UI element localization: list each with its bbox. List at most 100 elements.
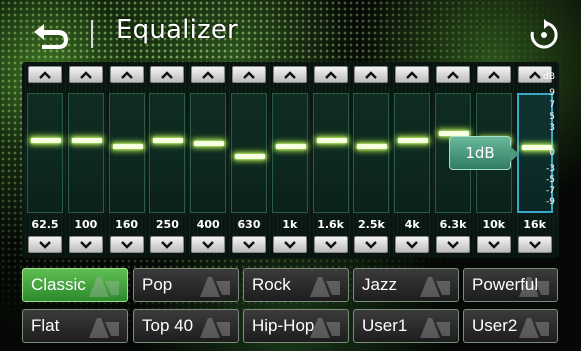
preset-button-hip-hop[interactable]: Hip-Hop (243, 309, 349, 343)
band-frequency-label: 630 (237, 218, 261, 231)
band-up-button[interactable] (313, 66, 348, 83)
band-down-button[interactable] (517, 236, 552, 253)
preset-label: User1 (362, 316, 408, 335)
chevron-down-icon (487, 240, 500, 249)
band-slider-track[interactable] (312, 93, 349, 213)
band-slider-track[interactable] (271, 93, 308, 213)
band-slider-track[interactable] (67, 93, 104, 213)
band-down-button[interactable] (436, 236, 470, 253)
back-arrow-icon (34, 24, 68, 49)
band-slider-knob[interactable] (153, 137, 184, 143)
equalizer-screen: Equalizer 62.5 100 160 250 400 630 1k 1.6k 2.5k 4… (0, 0, 581, 351)
preset-button-flat[interactable]: Flat (22, 309, 128, 343)
band-up-button[interactable] (436, 66, 470, 83)
band-frequency-label: 62.5 (31, 218, 59, 231)
band-up-button[interactable] (476, 66, 511, 83)
chevron-down-icon (79, 240, 92, 249)
preset-background-icon (87, 314, 121, 340)
band-up-button[interactable] (68, 66, 103, 83)
preset-button-powerful[interactable]: Powerful (463, 268, 558, 302)
band-slider-knob[interactable] (235, 154, 265, 160)
band-slider-track[interactable] (149, 93, 186, 213)
reset-button[interactable] (527, 18, 561, 52)
chevron-up-icon (365, 70, 378, 79)
preset-button-rock[interactable]: Rock (243, 268, 349, 302)
band-down-button[interactable] (272, 236, 307, 253)
band-slider-knob[interactable] (275, 144, 306, 150)
chevron-up-icon (243, 70, 255, 79)
band-slider-track[interactable] (27, 93, 63, 213)
band-down-button[interactable] (313, 236, 348, 253)
band-slider-knob[interactable] (194, 141, 225, 147)
preset-button-user1[interactable]: User1 (353, 309, 459, 343)
chevron-down-icon (161, 240, 174, 249)
band-frequency-label: 250 (155, 218, 179, 231)
back-button[interactable] (30, 18, 72, 52)
band-slider-track[interactable] (190, 93, 227, 213)
preset-button-top-40[interactable]: Top 40 (133, 309, 239, 343)
preset-background-icon (517, 314, 551, 340)
band-slider-knob[interactable] (316, 137, 347, 143)
band-frequency-label: 10k (482, 218, 506, 231)
preset-background-icon (87, 273, 121, 299)
band-down-button[interactable] (354, 236, 389, 253)
chevron-down-icon (528, 240, 541, 249)
band-slider-track[interactable] (394, 93, 431, 213)
band-frequency-label: 400 (196, 218, 220, 231)
band-up-button[interactable] (109, 66, 144, 83)
band-down-button[interactable] (191, 236, 226, 253)
band-up-button[interactable] (354, 66, 389, 83)
band-frequency-label: 2.5k (357, 218, 385, 231)
equalizer-panel: 62.5 100 160 250 400 630 1k 1.6k 2.5k 4k 6.3k 10k 16… (22, 62, 559, 258)
band-frequency-label: 1.6k (317, 218, 344, 231)
preset-button-jazz[interactable]: Jazz (353, 268, 459, 302)
band-up-button[interactable] (272, 66, 307, 83)
band-slider-knob[interactable] (31, 137, 61, 143)
chevron-up-icon (39, 70, 51, 79)
db-scale-label: 7 (549, 100, 555, 110)
band-slider-track[interactable] (231, 93, 267, 213)
db-scale-label: 3 (549, 123, 555, 133)
band-down-button[interactable] (109, 236, 144, 253)
band-down-button[interactable] (150, 236, 185, 253)
band-down-button[interactable] (68, 236, 103, 253)
band-up-button[interactable] (395, 66, 430, 83)
preset-label: Flat (31, 316, 60, 335)
preset-background-icon (418, 314, 452, 340)
preset-label: Rock (252, 275, 291, 294)
preset-button-user2[interactable]: User2 (463, 309, 558, 343)
chevron-up-icon (528, 70, 541, 79)
band-frequency-label: 6.3k (439, 218, 467, 231)
preset-label: Top 40 (142, 316, 194, 335)
chevron-up-icon (324, 70, 337, 79)
band-up-button[interactable] (28, 66, 62, 83)
band-down-button[interactable] (476, 236, 511, 253)
band-slider-track[interactable] (108, 93, 145, 213)
band-slider-track[interactable] (353, 93, 390, 213)
band-frequency-label: 4k (404, 218, 420, 231)
chevron-up-icon (79, 70, 92, 79)
band-slider-knob[interactable] (357, 144, 388, 150)
page-title: Equalizer (116, 15, 238, 45)
preset-background-icon (418, 273, 452, 299)
chevron-up-icon (447, 70, 459, 79)
db-scale-label: 9 (549, 88, 555, 98)
band-slider-knob[interactable] (112, 144, 143, 150)
chevron-down-icon (324, 240, 337, 249)
band-up-button[interactable] (232, 66, 266, 83)
band-down-button[interactable] (28, 236, 62, 253)
chevron-down-icon (120, 240, 133, 249)
band-slider-knob[interactable] (398, 137, 429, 143)
preset-button-classic[interactable]: Classic (22, 268, 128, 302)
chevron-up-icon (406, 70, 419, 79)
chevron-down-icon (202, 240, 215, 249)
db-unit-label: dB (543, 72, 555, 82)
chevron-up-icon (202, 70, 215, 79)
band-down-button[interactable] (232, 236, 266, 253)
band-slider-knob[interactable] (71, 137, 102, 143)
chevron-up-icon (161, 70, 174, 79)
band-up-button[interactable] (191, 66, 226, 83)
preset-button-pop[interactable]: Pop (133, 268, 239, 302)
band-down-button[interactable] (395, 236, 430, 253)
band-up-button[interactable] (150, 66, 185, 83)
